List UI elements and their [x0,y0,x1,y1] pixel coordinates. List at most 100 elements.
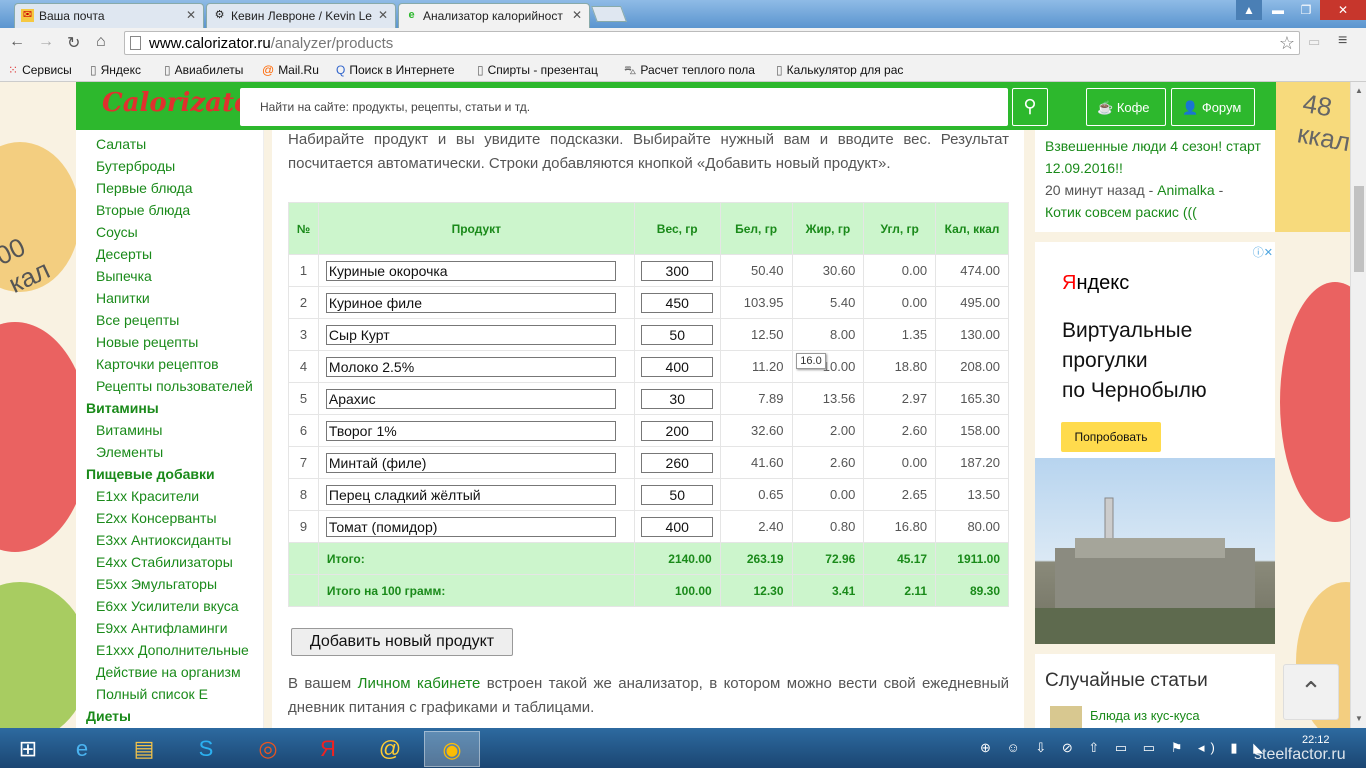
product-input[interactable]: Куриные окорочка [325,260,616,281]
sidebar-heading[interactable]: Витамины [86,400,159,416]
add-product-button[interactable]: Добавить новый продукт [291,628,513,656]
bookmark-floor[interactable]: ⛍ Расчет теплого пола [624,63,760,79]
sidebar-item[interactable]: Витамины [96,422,162,438]
bookmark-spirits[interactable]: ▯ Спирты - презентац [477,63,598,77]
weight-input[interactable]: 400 [641,356,714,377]
ad-try-button[interactable]: Попробовать [1061,422,1161,452]
close-icon[interactable]: ✕ [186,8,196,22]
sidebar-heading[interactable]: Пищевые добавки [86,466,215,482]
bookmark-calc[interactable]: ▯ Калькулятор для рас [776,63,912,77]
sidebar-item[interactable]: E3xx Антиоксиданты [96,532,231,548]
weight-input[interactable]: 260 [641,452,714,473]
product-input[interactable]: Перец сладкий жёлтый [325,484,616,505]
product-input[interactable]: Куриное филе [325,292,616,313]
cabinet-link[interactable]: Личном кабинете [358,675,481,692]
ie-icon[interactable]: e [54,731,110,767]
yandex-icon[interactable]: Я [300,731,356,767]
weight-input[interactable]: 50 [641,484,714,505]
scroll-to-top-button[interactable]: ⌃ [1283,664,1339,720]
product-input[interactable]: Творог 1% [325,420,616,441]
product-input[interactable]: Минтай (филе) [325,452,616,473]
ad-choices-icon[interactable]: ⓘ✕ [1253,244,1273,260]
sidebar-item[interactable]: Карточки рецептов [96,356,219,372]
new-tab-button[interactable] [591,6,627,22]
coffee-button[interactable]: ☕ Кофе [1086,88,1166,126]
weight-input[interactable]: 450 [641,292,714,313]
address-bar[interactable]: www.calorizator.ru/analyzer/products ☆ [124,31,1300,55]
weight-input[interactable]: 30 [641,388,714,409]
bookmark-services[interactable]: ⁙ Сервисы [8,63,72,77]
system-tray[interactable]: ⊕ ☺ ⇩ ⊘ ⇧ ▭ ▭ ⚑ ◂) ▮ ◣ [980,740,1269,756]
sidebar-item[interactable]: E1xx Красители [96,488,199,504]
back-icon[interactable]: ← [9,33,25,51]
weight-input[interactable]: 400 [641,516,714,537]
product-input[interactable]: Молоко 2.5% [325,356,616,377]
sidebar-item[interactable]: Действие на организм [96,664,241,680]
news-topic[interactable]: Котик совсем раскис ((( [1045,201,1265,223]
news-author[interactable]: Animalka [1157,182,1215,198]
sidebar-item[interactable]: Элементы [96,444,163,460]
chrome-icon[interactable]: ◉ [424,731,480,767]
minimize-button[interactable]: ▬ [1264,0,1292,20]
scrollbar-thumb[interactable] [1354,186,1364,272]
sidebar-item[interactable]: Десерты [96,246,152,262]
mail-agent-icon[interactable]: @ [362,731,418,767]
bookmark-search[interactable]: Q Поиск в Интернете [336,63,455,77]
search-button[interactable]: ⚲ [1012,88,1048,126]
sidebar-item[interactable]: Новые рецепты [96,334,198,350]
bookmark-star-icon[interactable]: ☆ [1279,33,1295,54]
close-icon[interactable]: ✕ [378,8,388,22]
reload-icon[interactable]: ↻ [67,33,80,53]
sidebar-item[interactable]: Полный список Е [96,686,208,702]
random-article-link[interactable]: Блюда из кус-куса [1090,708,1200,723]
skype-icon[interactable]: S [178,731,234,767]
close-icon[interactable]: ✕ [572,8,582,22]
ubuntu-icon[interactable]: ◎ [240,731,296,767]
scroll-up-icon[interactable]: ▲ [1355,86,1363,95]
sidebar-item[interactable]: Салаты [96,136,146,152]
window-close-button[interactable]: ✕ [1320,0,1366,20]
menu-icon[interactable]: ≡ [1338,32,1347,50]
sidebar-item[interactable]: Все рецепты [96,312,179,328]
product-input[interactable]: Томат (помидор) [325,516,616,537]
sidebar-item[interactable]: Вторые блюда [96,202,190,218]
weight-input[interactable]: 300 [641,260,714,281]
bookmark-avia[interactable]: ▯ Авиабилеты [164,63,243,77]
sidebar-item[interactable]: Напитки [96,290,150,306]
sidebar-item[interactable]: Бутерброды [96,158,175,174]
bookmark-mailru[interactable]: @ Mail.Ru [262,63,319,77]
sidebar-item[interactable]: E4xx Стабилизаторы [96,554,233,570]
sidebar-item[interactable]: Соусы [96,224,138,240]
tab-calorizator[interactable]: e Анализатор калорийност ✕ [398,3,590,28]
bookmark-yandex[interactable]: ▯ Яндекс [90,63,141,77]
sidebar-item[interactable]: E1xxx Дополнительные [96,642,249,658]
page-scrollbar[interactable]: ▲ ▼ [1350,82,1366,728]
maximize-button[interactable]: ❐ [1292,0,1320,20]
forum-button[interactable]: 👤 Форум [1171,88,1255,126]
sidebar-item[interactable]: E9xx Антифламинги [96,620,228,636]
scroll-down-icon[interactable]: ▼ [1355,714,1363,723]
windows-start-icon[interactable]: ⊞ [0,731,56,767]
user-icon[interactable]: ▲ [1236,0,1262,20]
article-thumbnail[interactable] [1050,706,1082,728]
sidebar-heading[interactable]: Диеты [86,708,131,724]
forward-icon[interactable]: → [38,33,54,51]
explorer-icon[interactable]: ▤ [116,731,172,767]
sidebar-item[interactable]: E2xx Консерванты [96,510,217,526]
home-icon[interactable]: ⌂ [96,33,106,51]
yandex-ad[interactable]: ⓘ✕ Яндекс Виртуальные прогулки по Чернобыл… [1035,242,1275,644]
sidebar-item[interactable]: Рецепты пользователей [96,378,253,394]
site-search-input[interactable]: Найти на сайте: продукты, рецепты, стать… [240,88,1008,126]
sidebar-item[interactable]: E5xx Эмульгаторы [96,576,217,592]
tab-mail[interactable]: ✉ Ваша почта ✕ [14,3,204,28]
weight-input[interactable]: 200 [641,420,714,441]
weight-input[interactable]: 50 [641,324,714,345]
clock[interactable]: 22:12 [1302,734,1330,746]
sidebar-item[interactable]: E6xx Усилители вкуса [96,598,239,614]
news-link[interactable]: Взвешенные люди 4 сезон! старт 12.09.201… [1045,135,1265,179]
tab-forum[interactable]: ⚙ Кевин Левроне / Kevin Le ✕ [206,3,396,28]
product-input[interactable]: Сыр Курт [325,324,616,345]
sidebar-item[interactable]: Первые блюда [96,180,193,196]
extension-icon[interactable]: ▭ [1308,34,1320,50]
product-input[interactable]: Арахис [325,388,616,409]
